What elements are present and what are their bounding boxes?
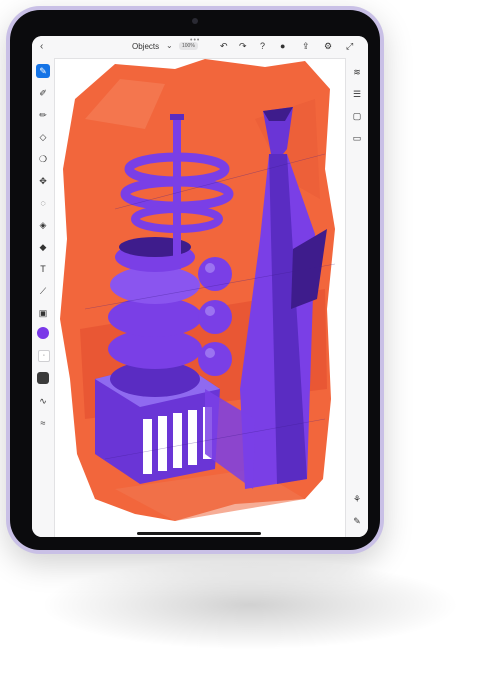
zoom-level[interactable]: 100% <box>179 42 198 50</box>
smudge-tool[interactable]: ❍ <box>36 152 50 166</box>
brush-preset-swatch[interactable] <box>37 372 49 384</box>
brush-size-button[interactable]: ◦ <box>38 350 50 362</box>
comments-icon[interactable]: ▭ <box>351 132 363 144</box>
pen-settings-icon[interactable]: ✎ <box>351 515 363 527</box>
redo-icon[interactable]: ↷ <box>239 41 247 52</box>
share-icon[interactable]: ⇪ <box>302 41 310 52</box>
lasso-tool[interactable]: ◌ <box>36 196 50 210</box>
document-title[interactable]: Objects <box>132 42 159 51</box>
fill-brush-tool[interactable]: ✏ <box>36 108 50 122</box>
layers-icon[interactable]: ≋ <box>351 66 363 78</box>
right-toolbar: ≋ ☰ ▢ ▭ ⚘ ✎ <box>345 58 368 537</box>
expand-icon[interactable]: ⤢ <box>346 41 353 52</box>
vector-brush-tool[interactable]: ✐ <box>36 86 50 100</box>
gear-icon[interactable]: ⚙ <box>324 41 332 52</box>
pressure-icon[interactable]: ≈ <box>36 416 50 430</box>
illustration <box>60 59 336 521</box>
stroke-smoothing-icon[interactable]: ∿ <box>36 394 50 408</box>
text-tool[interactable]: T <box>36 262 50 276</box>
eyedropper-tool[interactable]: ⟋ <box>36 284 50 298</box>
active-color-swatch[interactable] <box>37 327 49 339</box>
undo-icon[interactable]: ↶ <box>220 41 228 52</box>
front-camera <box>192 18 198 24</box>
brush-tool[interactable]: ✎ <box>36 64 50 78</box>
tablet-frame: ‹ ••• Objects ⌄ 100% ↶ ↷ ? ● ⇪ ⚙ ⤢ ✎ ✐ ✏… <box>6 6 384 554</box>
drawing-canvas[interactable] <box>55 59 345 537</box>
home-indicator <box>137 532 261 535</box>
fill-tool[interactable]: ◆ <box>36 240 50 254</box>
app-screen: ‹ ••• Objects ⌄ 100% ↶ ↷ ? ● ⇪ ⚙ ⤢ ✎ ✐ ✏… <box>32 36 368 537</box>
image-tool[interactable]: ▣ <box>36 306 50 320</box>
top-toolbar: ‹ ••• Objects ⌄ 100% ↶ ↷ ? ● ⇪ ⚙ ⤢ <box>32 36 368 59</box>
device-shadow <box>40 560 460 650</box>
left-toolbar: ✎ ✐ ✏ ◇ ❍ ✥ ◌ ◈ ◆ T ⟋ ▣ ◦ ∿ ≈ <box>32 58 55 537</box>
libraries-icon[interactable]: ⚘ <box>351 493 363 505</box>
paint-bucket-tool[interactable]: ◈ <box>36 218 50 232</box>
canvas-icon[interactable]: ▢ <box>351 110 363 122</box>
properties-icon[interactable]: ☰ <box>351 88 363 100</box>
back-chevron-icon[interactable]: ‹ <box>40 41 43 52</box>
eraser-tool[interactable]: ◇ <box>36 130 50 144</box>
user-icon[interactable]: ● <box>280 41 285 51</box>
transform-tool[interactable]: ✥ <box>36 174 50 188</box>
chevron-down-icon[interactable]: ⌄ <box>166 41 173 50</box>
help-icon[interactable]: ? <box>260 41 265 51</box>
